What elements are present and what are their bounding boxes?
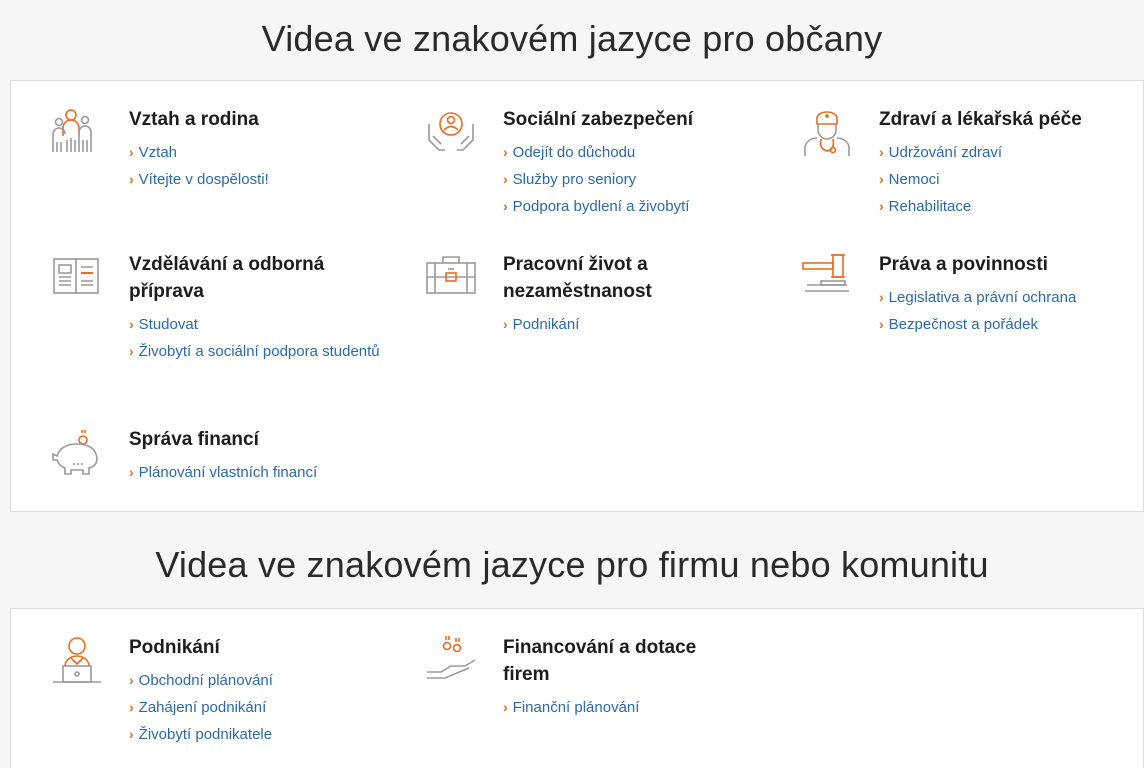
chevron-right-icon: › — [503, 171, 508, 187]
category-title: Vzdělávání a odborná příprava — [129, 254, 325, 302]
category-title: Zdraví a lékařská péče — [879, 109, 1082, 130]
chevron-right-icon: › — [129, 726, 134, 742]
link-rehabilitation[interactable]: › Rehabilitace — [879, 193, 1082, 220]
chevron-right-icon: › — [879, 144, 884, 160]
chevron-right-icon: › — [879, 289, 884, 305]
category-title: Sociální zabezpečení — [503, 109, 694, 130]
chevron-right-icon: › — [129, 171, 134, 187]
social-care-icon — [423, 106, 479, 162]
link-business[interactable]: › Podnikání — [503, 311, 763, 338]
funding-hand-icon — [423, 634, 479, 690]
link-legislation[interactable]: › Legislativa a právní ochrana — [879, 284, 1076, 311]
link-relationship[interactable]: › Vztah — [129, 139, 269, 166]
section-title-citizens: Videa ve znakovém jazyce pro občany — [261, 18, 883, 59]
link-starting-business[interactable]: › Zahájení podnikání — [129, 694, 273, 721]
book-icon — [49, 251, 105, 307]
link-retirement[interactable]: › Odejít do důchodu — [503, 139, 693, 166]
link-safety-order[interactable]: › Bezpečnost a pořádek — [879, 311, 1076, 338]
chevron-right-icon: › — [129, 464, 134, 480]
link-business-planning[interactable]: › Obchodní plánování — [129, 667, 273, 694]
link-housing-support[interactable]: › Podpora bydlení a živobytí — [503, 193, 693, 220]
link-study[interactable]: › Studovat — [129, 311, 389, 338]
link-senior-services[interactable]: › Služby pro seniory — [503, 166, 693, 193]
link-student-support[interactable]: › Živobytí a sociální podpora studentů — [129, 338, 389, 365]
category-title: Pracovní život a nezaměstnanost — [503, 254, 652, 302]
gavel-icon — [799, 251, 855, 307]
link-personal-finance-planning[interactable]: › Plánování vlastních financí — [129, 459, 317, 486]
chevron-right-icon: › — [503, 144, 508, 160]
citizens-panel: Vztah a rodina › Vztah › Vítejte v dospělo… — [10, 80, 1144, 512]
chevron-right-icon: › — [503, 699, 508, 715]
entrepreneur-icon — [49, 634, 105, 690]
link-entrepreneur-living[interactable]: › Živobytí podnikatele — [129, 721, 273, 748]
category-title: Práva a povinnosti — [879, 254, 1048, 275]
chevron-right-icon: › — [129, 144, 134, 160]
family-icon — [49, 106, 105, 162]
link-welcome-adulthood[interactable]: › Vítejte v dospělosti! — [129, 166, 269, 193]
link-financial-planning[interactable]: › Finanční plánování — [503, 694, 743, 721]
chevron-right-icon: › — [879, 316, 884, 332]
category-title: Správa financí — [129, 429, 259, 450]
piggy-bank-icon — [49, 426, 105, 482]
section-title-business: Videa ve znakovém jazyce pro firmu nebo … — [155, 544, 989, 585]
chevron-right-icon: › — [129, 343, 134, 359]
category-title: Vztah a rodina — [129, 109, 259, 130]
chevron-right-icon: › — [503, 198, 508, 214]
chevron-right-icon: › — [129, 699, 134, 715]
link-staying-healthy[interactable]: › Udržování zdraví — [879, 139, 1082, 166]
doctor-icon — [799, 106, 855, 162]
briefcase-icon — [423, 251, 479, 307]
category-title: Financování a dotace firem — [503, 637, 697, 685]
chevron-right-icon: › — [129, 672, 134, 688]
chevron-right-icon: › — [129, 316, 134, 332]
chevron-right-icon: › — [879, 198, 884, 214]
chevron-right-icon: › — [503, 316, 508, 332]
business-panel: Podnikání › Obchodní plánování › Zahájení … — [10, 608, 1144, 768]
link-illness[interactable]: › Nemoci — [879, 166, 1082, 193]
category-title: Podnikání — [129, 637, 220, 658]
chevron-right-icon: › — [879, 171, 884, 187]
